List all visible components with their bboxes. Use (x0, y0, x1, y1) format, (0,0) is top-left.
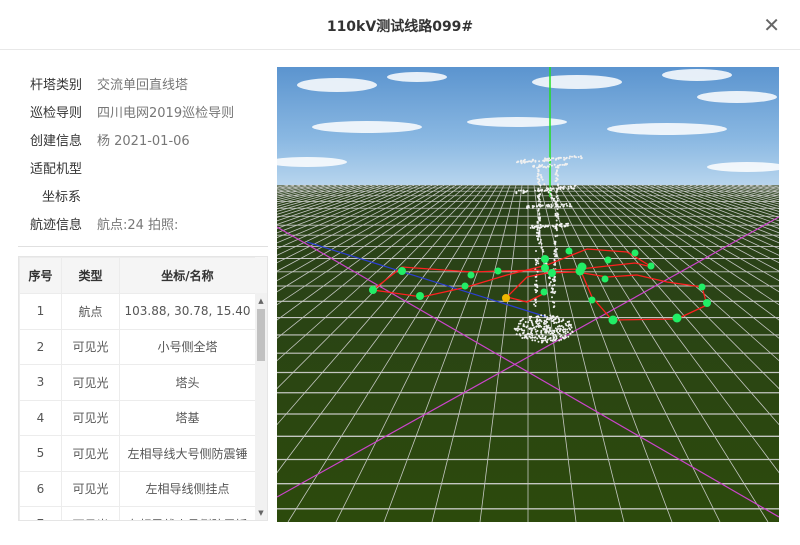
3d-scene[interactable] (277, 67, 779, 522)
info-row-coord: 坐标系 (18, 180, 268, 208)
guide-value: 四川电网2019巡检导则 (97, 106, 235, 121)
coord-system-label: 坐标系 (42, 190, 82, 205)
dialog: 110kV测试线路099# ✕ 杆塔类别 交流单回直线塔 巡检导则 四川电网20… (0, 0, 800, 545)
track-value: 航点:24 拍照: (97, 218, 179, 233)
cell-type: 可见光 (61, 364, 120, 401)
scrollbar-thumb[interactable] (257, 309, 265, 361)
cell-index: 4 (19, 399, 62, 436)
column-header-index: 序号 (19, 257, 62, 294)
scroll-down-icon[interactable]: ▼ (255, 507, 267, 519)
cell-coord-name: 左相导线侧挂点 (119, 470, 256, 507)
column-header-coord-name: 坐标/名称 (119, 257, 256, 294)
dialog-header: 110kV测试线路099# ✕ (0, 0, 800, 50)
table-row[interactable]: 1 航点 103.88, 30.78, 15.40 (19, 293, 256, 330)
cell-type: 可见光 (61, 506, 120, 520)
drone-model-label: 适配机型 (30, 162, 83, 177)
cell-index: 1 (19, 293, 62, 330)
cell-type: 可见光 (61, 470, 120, 507)
table-row[interactable]: 5 可见光 左相导线大号侧防震锤 (19, 435, 256, 472)
table-row[interactable]: 3 可见光 塔头 (19, 364, 256, 401)
cell-index: 3 (19, 364, 62, 401)
tower-info-panel: 杆塔类别 交流单回直线塔 巡检导则 四川电网2019巡检导则 创建信息 杨 20… (18, 68, 268, 236)
info-row-track: 航迹信息 航点:24 拍照: (18, 208, 268, 236)
info-row-create: 创建信息 杨 2021-01-06 (18, 124, 268, 152)
table-row[interactable]: 2 可见光 小号侧全塔 (19, 328, 256, 365)
cell-coord-name: 塔头 (119, 364, 256, 401)
cell-index: 2 (19, 328, 62, 365)
cell-index: 5 (19, 435, 62, 472)
tower-type-label: 杆塔类别 (30, 78, 83, 93)
create-value: 杨 2021-01-06 (97, 134, 190, 149)
cell-coord-name: 左相导线大号侧防震锤 (119, 435, 256, 472)
close-icon[interactable]: ✕ (763, 13, 780, 37)
active-waypoint (502, 294, 510, 302)
cell-index: 7 (19, 506, 62, 520)
table-row[interactable]: 4 可见光 塔基 (19, 399, 256, 436)
cell-index: 6 (19, 470, 62, 507)
cell-type: 航点 (61, 293, 120, 330)
table-row[interactable]: 6 可见光 左相导线侧挂点 (19, 470, 256, 507)
info-row-drone: 适配机型 (18, 152, 268, 180)
scrollbar-corner (255, 257, 267, 293)
scroll-up-icon[interactable]: ▲ (255, 295, 267, 307)
table-header-row: 序号 类型 坐标/名称 (19, 257, 256, 294)
cell-coord-name: 103.88, 30.78, 15.40 (119, 293, 256, 330)
track-label: 航迹信息 (30, 218, 83, 233)
info-row-tower-type: 杆塔类别 交流单回直线塔 (18, 68, 268, 96)
create-label: 创建信息 (30, 134, 83, 149)
column-header-type: 类型 (61, 257, 120, 294)
cell-coord-name: 左相导线小号侧防震锤 (119, 506, 256, 520)
tower-type-value: 交流单回直线塔 (97, 78, 189, 93)
cell-type: 可见光 (61, 399, 120, 436)
table-row[interactable]: 7可见光左相导线小号侧防震锤 (19, 506, 256, 520)
3d-route-viewport[interactable] (277, 67, 779, 522)
guide-label: 巡检导则 (30, 106, 83, 121)
divider (18, 246, 268, 247)
dialog-title: 110kV测试线路099# (326, 19, 474, 35)
cell-type: 可见光 (61, 328, 120, 365)
cell-type: 可见光 (61, 435, 120, 472)
waypoint-table: 序号 类型 坐标/名称 1 航点 103.88, 30.78, 15.40 2 可见光… (18, 256, 268, 521)
table-scrollbar[interactable]: ▲ ▼ (255, 293, 267, 520)
cell-coord-name: 小号侧全塔 (119, 328, 256, 365)
cell-coord-name: 塔基 (119, 399, 256, 436)
info-row-guide: 巡检导则 四川电网2019巡检导则 (18, 96, 268, 124)
